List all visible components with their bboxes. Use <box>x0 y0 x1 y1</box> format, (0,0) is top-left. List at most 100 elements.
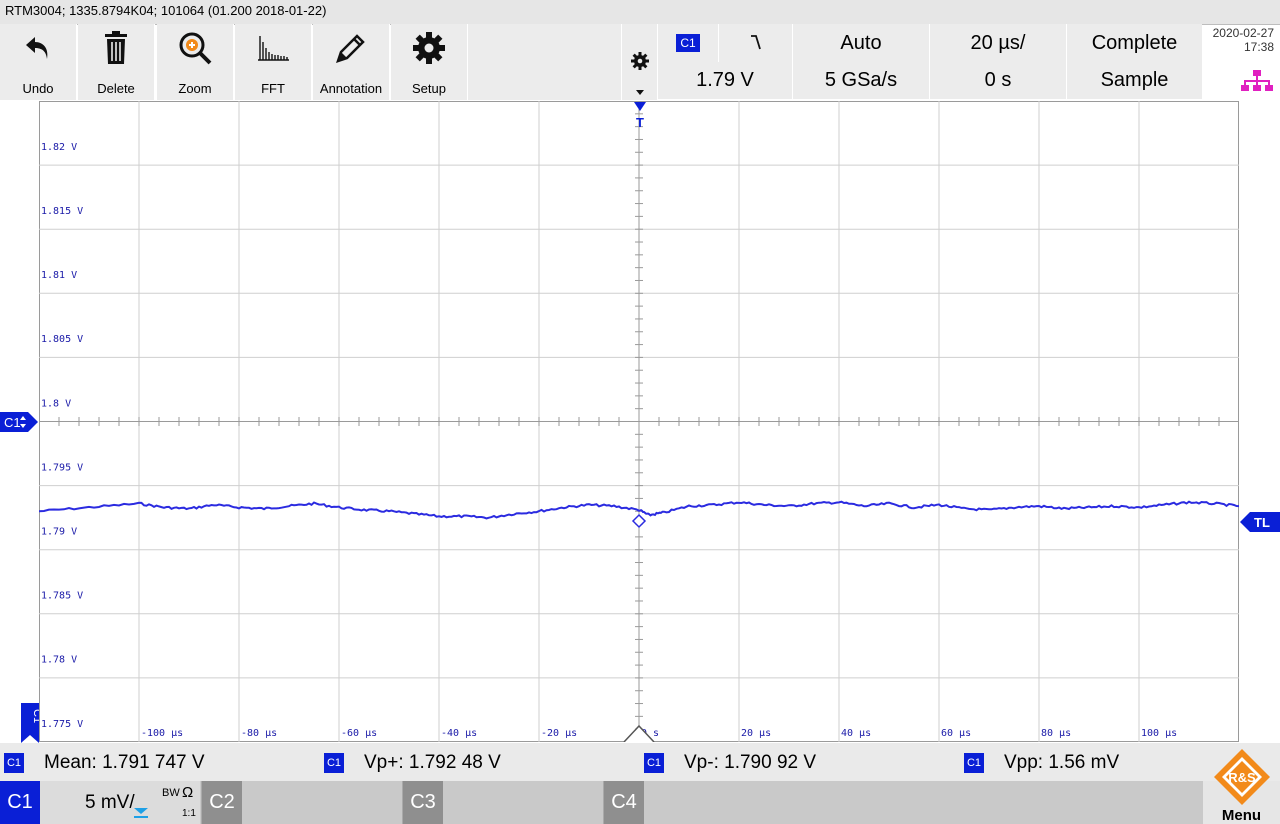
acquisition-state[interactable]: Complete <box>1066 24 1202 63</box>
y-tick-label: 1.785 V <box>41 591 83 602</box>
settings-toggle[interactable] <box>621 24 657 100</box>
falling-edge-icon <box>750 35 761 50</box>
delete-label: Delete <box>97 81 135 96</box>
c1-offset-marker[interactable]: C1 <box>0 411 39 433</box>
y-tick-label: 1.805 V <box>41 334 83 345</box>
title-bar: RTM3004; 1335.8794K04; 101064 (01.200 20… <box>0 0 1280 25</box>
date: 2020-02-27 <box>1212 26 1274 40</box>
sample-rate[interactable]: 5 GSa/s <box>792 62 929 100</box>
menu-label: Menu <box>1221 807 1262 824</box>
trigger-position-label: T <box>636 115 644 129</box>
fft-button[interactable]: FFT <box>235 24 312 100</box>
trigger-level[interactable]: 1.79 V <box>657 62 792 100</box>
trigger-source[interactable]: C1 <box>657 24 718 63</box>
small-gear-icon <box>631 52 649 70</box>
measurement-mean[interactable]: C1 Mean: 1.791 747 V <box>4 752 205 774</box>
y-tick-label: 1.795 V <box>41 462 83 473</box>
x-tick-label: 100 µs <box>1141 728 1177 739</box>
logo-text: R&S <box>1228 770 1256 785</box>
measurement-channel-badge: C1 <box>4 752 24 773</box>
date-time: 2020-02-27 17:38 <box>1213 26 1274 54</box>
x-tick-label: 20 µs <box>741 728 771 739</box>
zoom-label: Zoom <box>178 81 212 96</box>
trigger-slope[interactable] <box>718 24 792 63</box>
measurement-vp-plus[interactable]: C1 Vp+: 1.792 48 V <box>324 752 501 774</box>
measurement-vp-minus-value: Vp-: 1.790 92 V <box>684 752 817 773</box>
channel-c1-tab[interactable]: C1 5 mV/ BW Ω 1:1 <box>0 781 200 824</box>
impedance-label: Ω <box>182 784 194 801</box>
y-tick-label: 1.775 V <box>41 719 83 730</box>
measurement-vp-plus-value: Vp+: 1.792 48 V <box>364 752 501 773</box>
measurement-vpp[interactable]: C1 Vpp: 1.56 mV <box>964 752 1119 774</box>
undo-icon <box>0 30 76 66</box>
x-tick-label: 80 µs <box>1041 728 1071 739</box>
network-icon <box>1241 70 1273 91</box>
trigger-point-marker <box>631 513 647 529</box>
pencil-icon <box>313 30 389 66</box>
channel-c4-tab[interactable]: C4 <box>603 781 804 824</box>
rs-logo-icon: R&S <box>1214 749 1270 805</box>
undo-label: Undo <box>22 81 54 96</box>
measurement-vp-minus[interactable]: C1 Vp-: 1.790 92 V <box>644 752 816 774</box>
channel-c3-label: C3 <box>403 781 443 824</box>
y-tick-label: 1.815 V <box>41 206 83 217</box>
acquisition-mode[interactable]: Sample <box>1066 62 1202 100</box>
time: 17:38 <box>1243 40 1274 54</box>
x-tick-label: -80 µs <box>241 728 277 739</box>
horizontal-position[interactable]: 0 s <box>929 62 1066 100</box>
measurement-channel-badge: C1 <box>324 752 344 773</box>
trash-icon <box>78 30 154 66</box>
annotation-button[interactable]: Annotation <box>313 24 390 100</box>
x-tick-label: -60 µs <box>341 728 377 739</box>
probe-ratio-label: 1:1 <box>182 808 196 819</box>
setup-label: Setup <box>412 81 446 96</box>
fft-spectrum-icon <box>235 30 311 66</box>
channel-c1-scale: 5 mV/ <box>85 792 135 813</box>
x-axis-labels: -100 µs -80 µs -60 µs -40 µs -20 µs 0 s 20 µs 4… <box>141 728 1177 739</box>
trigger-level-marker[interactable]: TL <box>1240 511 1280 533</box>
y-tick-label: 1.78 V <box>41 655 77 666</box>
fft-label: FFT <box>261 81 285 96</box>
trigger-position-marker[interactable]: T <box>632 101 648 129</box>
c1-offset-label: C1 <box>4 415 21 430</box>
y-axis-labels: 1.82 V 1.815 V 1.81 V 1.805 V 1.8 V 1.795 V 1.… <box>41 142 83 730</box>
delete-button[interactable]: Delete <box>78 24 155 100</box>
measurement-bar: C1 Mean: 1.791 747 V C1 Vp+: 1.792 48 V C1… <box>0 743 1280 781</box>
x-tick-label: -20 µs <box>541 728 577 739</box>
c1-channel-marker-label: C1 <box>31 709 39 723</box>
x-tick-label: 60 µs <box>941 728 971 739</box>
measurement-mean-value: Mean: 1.791 747 V <box>44 752 205 773</box>
timebase-scale[interactable]: 20 µs/ <box>929 24 1066 63</box>
zoom-button[interactable]: Zoom <box>157 24 234 100</box>
annotation-label: Annotation <box>319 81 383 96</box>
channel-c3-tab[interactable]: C3 <box>402 781 603 824</box>
waveform-display[interactable]: 1.82 V 1.815 V 1.81 V 1.805 V 1.8 V 1.795 V 1.… <box>39 101 1239 742</box>
undo-button[interactable]: Undo <box>0 24 77 100</box>
x-tick-label: -40 µs <box>441 728 477 739</box>
y-tick-label: 1.81 V <box>41 270 77 281</box>
channel-c4-label: C4 <box>604 781 644 824</box>
trigger-mode[interactable]: Auto <box>792 24 929 63</box>
measurement-channel-badge: C1 <box>964 752 984 773</box>
measurement-vpp-value: Vpp: 1.56 mV <box>1004 752 1120 773</box>
setup-button[interactable]: Setup <box>391 24 468 100</box>
channel-c2-tab[interactable]: C2 <box>201 781 402 824</box>
measurement-channel-badge: C1 <box>644 752 664 773</box>
channel-c2-label: C2 <box>202 781 242 824</box>
zoom-in-icon <box>157 30 233 66</box>
menu-button[interactable]: R&S Menu <box>1203 749 1280 824</box>
instrument-title: RTM3004; 1335.8794K04; 101064 (01.200 20… <box>5 3 327 18</box>
channel-c1-label: C1 <box>0 781 40 824</box>
x-tick-label: -100 µs <box>141 728 183 739</box>
y-tick-label: 1.82 V <box>41 142 77 153</box>
coupling-dc-icon <box>134 808 148 818</box>
dropdown-arrow-icon <box>636 90 644 95</box>
y-tick-label: 1.8 V <box>41 398 71 409</box>
bandwidth-limit-label: BW <box>162 787 180 799</box>
graticule <box>39 101 1239 742</box>
trigger-source-badge: C1 <box>676 34 700 52</box>
x-tick-label: 40 µs <box>841 728 871 739</box>
gear-icon <box>391 30 467 66</box>
toolbar-spacer <box>468 24 621 100</box>
y-tick-label: 1.79 V <box>41 526 77 537</box>
